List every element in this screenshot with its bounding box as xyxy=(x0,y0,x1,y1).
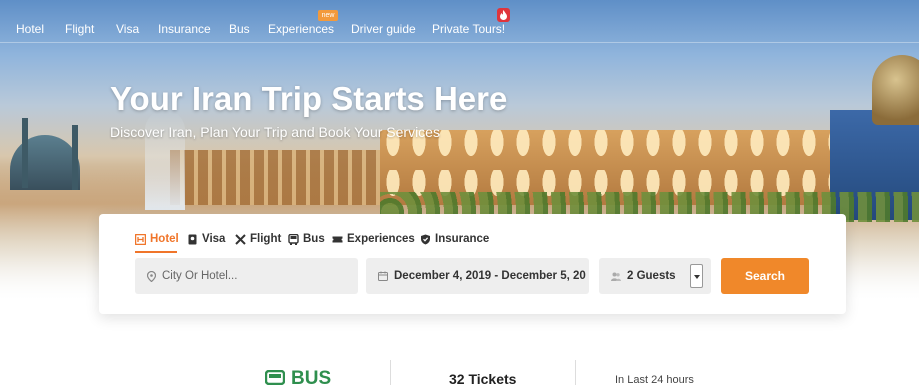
tab-experiences[interactable]: Experiences xyxy=(332,233,415,245)
passport-icon xyxy=(188,234,197,244)
tab-label: Visa xyxy=(202,233,226,245)
hero-title: Your Iran Trip Starts Here xyxy=(110,80,508,117)
top-nav: Hotel Flight Visa Insurance Bus Experien… xyxy=(0,0,919,42)
new-badge: new xyxy=(318,10,338,21)
bus-icon xyxy=(265,370,285,385)
stats-divider xyxy=(390,360,391,385)
tab-label: Flight xyxy=(250,233,282,245)
tab-hotel[interactable]: Hotel xyxy=(135,233,179,245)
shield-icon xyxy=(421,234,430,244)
guests-value: 2 Guests xyxy=(627,270,676,282)
tab-visa[interactable]: Visa xyxy=(187,233,225,245)
guests-select[interactable]: 2 Guests xyxy=(599,258,711,294)
nav-item-driver-guide[interactable]: Driver guide xyxy=(351,22,416,36)
tab-insurance[interactable]: Insurance xyxy=(420,233,489,245)
search-card: Hotel Visa Flight Bus Experiences Insura… xyxy=(99,214,846,314)
date-range-value: December 4, 2019 - December 5, 20 xyxy=(394,270,586,282)
tab-bus[interactable]: Bus xyxy=(288,233,325,245)
hotel-icon xyxy=(135,233,146,245)
minaret xyxy=(22,118,28,188)
nav-item-experiences[interactable]: Experiences xyxy=(268,22,334,36)
stats-category-label: BUS xyxy=(291,368,332,385)
location-pin-icon xyxy=(147,270,156,282)
fire-icon xyxy=(497,8,510,22)
search-button[interactable]: Search xyxy=(721,258,809,294)
nav-divider xyxy=(0,42,919,43)
date-range-field[interactable]: December 4, 2019 - December 5, 20 xyxy=(366,258,589,294)
chevron-down-icon[interactable] xyxy=(690,264,703,288)
stats-period: In Last 24 hours xyxy=(615,374,694,385)
ticket-icon xyxy=(332,236,343,242)
nav-item-visa[interactable]: Visa xyxy=(116,22,139,36)
nav-item-bus[interactable]: Bus xyxy=(229,22,250,36)
tab-label: Experiences xyxy=(347,233,415,245)
stats-ticket-count: 32 Tickets xyxy=(449,371,517,385)
stats-divider xyxy=(575,360,576,385)
stats-category: BUS xyxy=(265,368,331,385)
mosque-dome-left xyxy=(10,135,80,190)
tab-label: Insurance xyxy=(435,233,490,245)
nav-item-flight[interactable]: Flight xyxy=(65,22,94,36)
calendar-icon xyxy=(378,271,388,281)
nav-item-insurance[interactable]: Insurance xyxy=(158,22,211,36)
guests-icon xyxy=(611,272,621,281)
tab-flight[interactable]: Flight xyxy=(235,233,281,245)
location-placeholder: City Or Hotel... xyxy=(162,270,238,282)
nav-item-hotel[interactable]: Hotel xyxy=(16,22,44,36)
hero-subtitle: Discover Iran, Plan Your Trip and Book Y… xyxy=(110,124,440,140)
minaret xyxy=(72,125,78,190)
mosque-dome-right xyxy=(872,55,919,125)
tab-label: Bus xyxy=(303,233,325,245)
plane-icon xyxy=(235,233,246,245)
nav-item-private-tours[interactable]: Private Tours! xyxy=(432,22,505,36)
bus-icon xyxy=(288,233,299,245)
active-tab-indicator xyxy=(135,251,177,253)
tab-label: Hotel xyxy=(150,233,179,245)
location-input[interactable]: City Or Hotel... xyxy=(135,258,358,294)
